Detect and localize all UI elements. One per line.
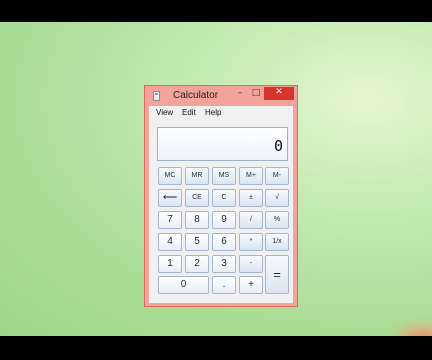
memory-recall-button[interactable]: MR xyxy=(185,167,209,185)
calculator-app-icon[interactable] xyxy=(153,91,160,101)
digit-8-button[interactable]: 8 xyxy=(185,211,209,229)
memory-store-button[interactable]: MS xyxy=(212,167,236,185)
desktop-glow xyxy=(388,318,432,336)
clear-button[interactable]: C xyxy=(212,189,236,207)
divide-button[interactable]: / xyxy=(239,211,263,229)
window-title: Calculator xyxy=(173,90,219,101)
minimize-button[interactable]: – xyxy=(233,88,247,100)
digit-9-button[interactable]: 9 xyxy=(212,211,236,229)
clear-entry-button[interactable]: CE xyxy=(185,189,209,207)
backspace-button[interactable]: ⟵ xyxy=(158,189,182,207)
digit-6-button[interactable]: 6 xyxy=(212,233,236,251)
memory-subtract-button[interactable]: M- xyxy=(265,167,289,185)
desktop-background: Calculator – □ ✕ View Edit Help 0 MC MR … xyxy=(0,22,432,336)
decimal-point-button[interactable]: . xyxy=(212,276,236,294)
menu-edit[interactable]: Edit xyxy=(182,108,196,117)
maximize-button[interactable]: □ xyxy=(249,88,263,100)
add-button[interactable]: + xyxy=(239,276,263,294)
menu-view[interactable]: View xyxy=(156,108,173,117)
equals-button[interactable]: = xyxy=(265,255,289,294)
close-button[interactable]: ✕ xyxy=(264,87,294,100)
digit-3-button[interactable]: 3 xyxy=(212,255,236,273)
calculator-display: 0 xyxy=(157,127,288,161)
multiply-button[interactable]: * xyxy=(239,233,263,251)
calculator-body: View Edit Help 0 MC MR MS M+ M- ⟵ CE C ±… xyxy=(149,106,293,303)
digit-5-button[interactable]: 5 xyxy=(185,233,209,251)
menu-help[interactable]: Help xyxy=(205,108,221,117)
title-bar[interactable]: Calculator – □ ✕ xyxy=(145,86,297,106)
digit-4-button[interactable]: 4 xyxy=(158,233,182,251)
negate-button[interactable]: ± xyxy=(239,189,263,207)
subtract-button[interactable]: - xyxy=(239,255,263,273)
menu-bar: View Edit Help xyxy=(149,106,293,120)
digit-2-button[interactable]: 2 xyxy=(185,255,209,273)
digit-1-button[interactable]: 1 xyxy=(158,255,182,273)
percent-button[interactable]: % xyxy=(265,211,289,229)
calculator-window: Calculator – □ ✕ View Edit Help 0 MC MR … xyxy=(144,85,298,307)
display-value: 0 xyxy=(273,137,283,155)
digit-0-button[interactable]: 0 xyxy=(158,276,209,294)
reciprocal-button[interactable]: 1/x xyxy=(265,233,289,251)
square-root-button[interactable]: √ xyxy=(265,189,289,207)
digit-7-button[interactable]: 7 xyxy=(158,211,182,229)
memory-add-button[interactable]: M+ xyxy=(239,167,263,185)
memory-clear-button[interactable]: MC xyxy=(158,167,182,185)
